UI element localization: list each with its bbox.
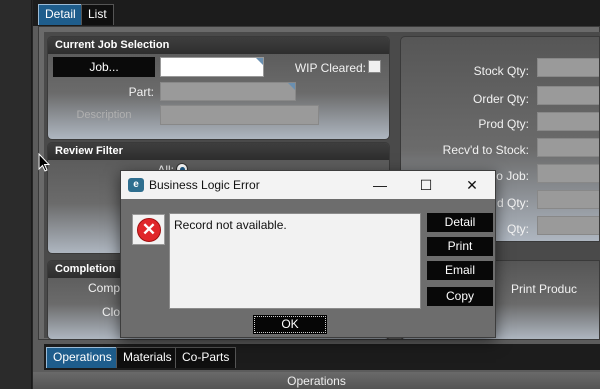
error-icon: ✕ <box>132 214 165 245</box>
panel-title: Current Job Selection <box>48 37 389 54</box>
stock-qty-label: Stock Qty: <box>473 64 529 78</box>
prod-qty-label: Prod Qty: <box>478 117 529 131</box>
print-product-label: Print Produc <box>511 282 578 296</box>
business-logic-error-dialog: e Business Logic Error — ☐ ✕ ✕ Record no… <box>120 170 496 338</box>
wip-cleared-checkbox[interactable] <box>368 60 381 73</box>
job-field[interactable] <box>160 57 264 77</box>
close-icon[interactable]: ✕ <box>449 171 495 199</box>
prod-qty-field <box>537 112 599 131</box>
dialog-title: Business Logic Error <box>149 178 260 192</box>
operations-header: Operations <box>33 372 600 389</box>
bottom-tab-bar: Operations Materials Co-Parts <box>44 344 600 370</box>
error-message: Record not available. <box>169 213 421 309</box>
wip-cleared-label: WIP Cleared: <box>294 61 366 75</box>
tab-operations[interactable]: Operations <box>46 347 119 368</box>
qty-field <box>537 216 599 235</box>
tab-co-parts[interactable]: Co-Parts <box>175 347 237 368</box>
email-button[interactable]: Email <box>427 261 493 280</box>
description-field <box>160 105 319 125</box>
part-field[interactable] <box>160 82 296 101</box>
recvd-to-stock-field <box>537 138 599 157</box>
description-label: Description <box>76 109 132 121</box>
app-icon: e <box>128 178 144 192</box>
to-job-field <box>537 164 599 183</box>
ok-button[interactable]: OK <box>253 315 327 334</box>
link-corner-icon <box>256 58 263 65</box>
part-label: Part: <box>128 85 154 99</box>
current-job-selection-panel: Current Job Selection Job... WIP Cleared… <box>47 36 390 140</box>
order-qty-field <box>537 86 599 105</box>
link-corner-icon <box>288 83 295 90</box>
maximize-icon[interactable]: ☐ <box>403 171 449 199</box>
minimize-icon[interactable]: — <box>357 171 403 199</box>
dialog-title-bar[interactable]: e Business Logic Error — ☐ ✕ <box>121 171 495 199</box>
job-button[interactable]: Job... <box>53 57 155 77</box>
d-qty-field <box>537 190 599 209</box>
copy-button[interactable]: Copy <box>427 287 493 306</box>
left-sidebar-strip <box>0 0 32 389</box>
recvd-to-stock-label: Recv'd to Stock: <box>442 143 529 157</box>
print-button[interactable]: Print <box>427 237 493 256</box>
tab-materials[interactable]: Materials <box>116 347 179 368</box>
tab-list[interactable]: List <box>81 4 114 25</box>
stock-qty-field <box>537 58 599 77</box>
detail-button[interactable]: Detail <box>427 213 493 232</box>
panel-title: Review Filter <box>48 143 389 160</box>
error-x-icon: ✕ <box>137 218 161 242</box>
order-qty-label: Order Qty: <box>472 92 529 106</box>
clo-label: Clo <box>101 305 120 319</box>
mouse-cursor-icon <box>38 153 50 172</box>
comp-label: Comp <box>87 281 120 295</box>
tab-detail[interactable]: Detail <box>38 4 83 25</box>
top-tab-bar: Detail List <box>33 0 600 26</box>
